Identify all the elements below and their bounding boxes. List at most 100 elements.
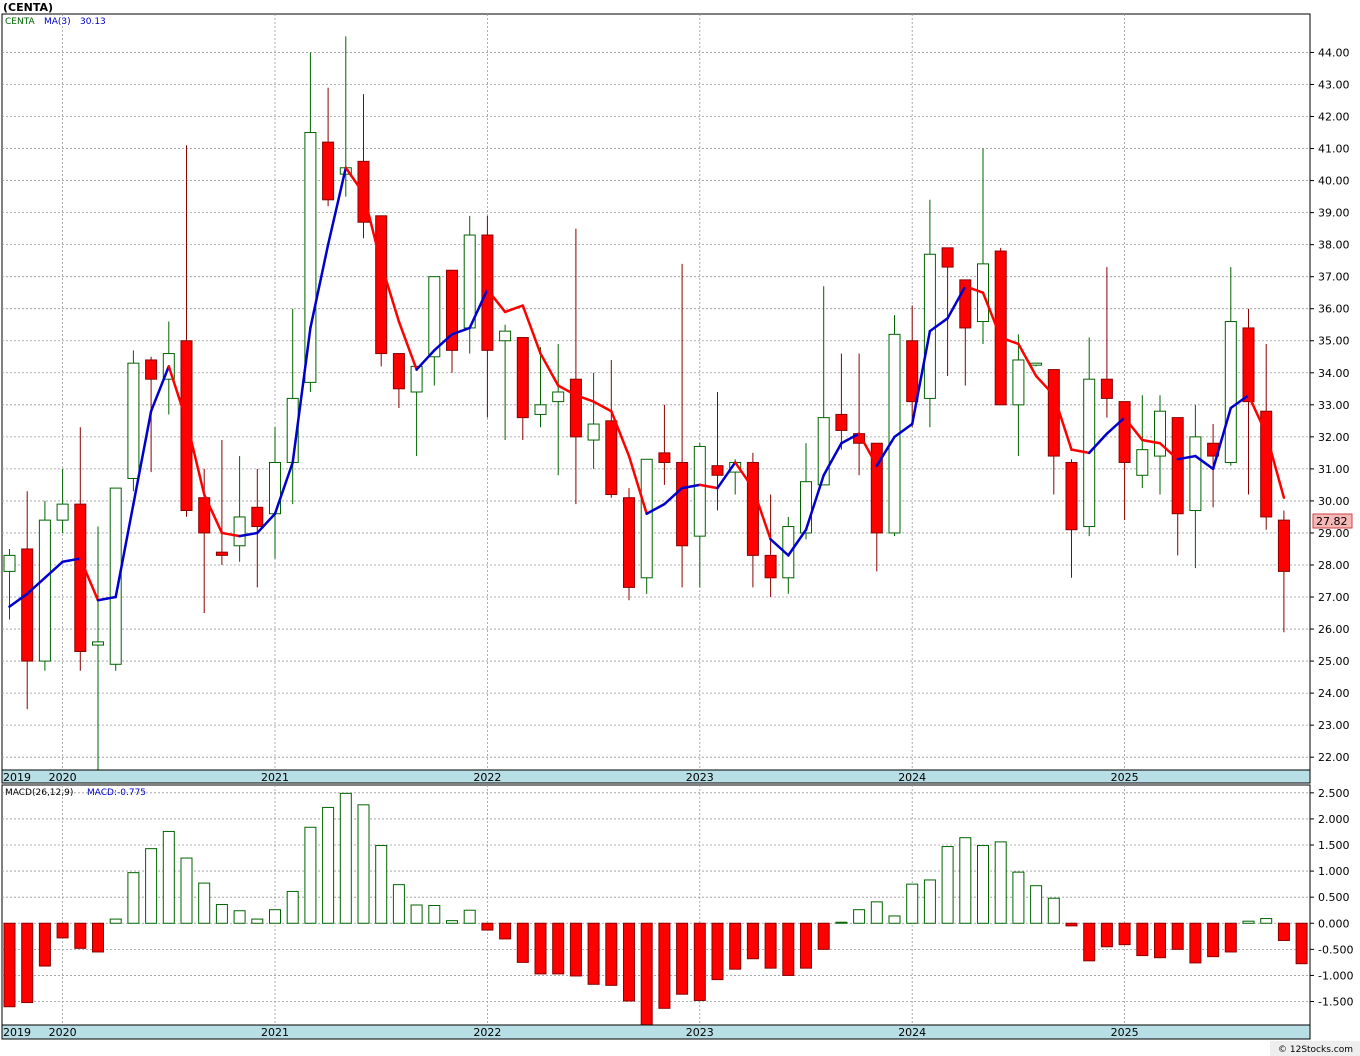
legend-ma-label: MA(3)	[44, 17, 71, 27]
macd-bar-negative	[21, 922, 34, 1004]
candle-up	[1189, 436, 1202, 512]
macd-bar-positive	[888, 915, 901, 924]
candle-down	[1171, 417, 1184, 515]
candle-down	[1047, 369, 1060, 457]
macd-value: MACD:-0.775	[87, 788, 146, 798]
price-tick-label: 43.00	[1318, 78, 1350, 91]
macd-bar-positive	[233, 910, 246, 924]
candle-down	[711, 465, 724, 476]
candle-down	[74, 503, 87, 652]
macd-tick-label: -1.000	[1318, 969, 1353, 982]
macd-bar-negative	[658, 922, 671, 1009]
candle-up	[1136, 449, 1149, 476]
candle-down	[392, 353, 405, 390]
macd-tick-label: 2.500	[1318, 787, 1350, 800]
candle-down	[1065, 461, 1078, 531]
chart-title: (CENTA)	[3, 1, 53, 14]
macd-bar-positive	[1030, 885, 1043, 924]
stock-chart: 22.00 23.00 24.00 25.00 26.00 27.00 28.00 29.00…	[1, 1, 1360, 1056]
macd-bar-negative	[1083, 922, 1096, 962]
price-year-label: 2020	[49, 771, 77, 784]
macd-tick-label: 1.500	[1318, 839, 1350, 852]
macd-bar-negative	[693, 922, 706, 1001]
price-tick-label: 26.00	[1318, 623, 1350, 636]
macd-bar-negative	[746, 922, 759, 960]
macd-bar-positive	[1012, 871, 1025, 924]
macd-year-label: 2019	[3, 1026, 31, 1039]
macd-tick-label: -0.500	[1318, 943, 1353, 956]
price-tick-label: 38.00	[1318, 239, 1350, 252]
macd-bar-positive	[446, 920, 458, 924]
price-tick-label: 34.00	[1318, 367, 1350, 380]
candle-down	[906, 340, 919, 403]
macd-bar-positive	[428, 905, 441, 924]
price-year-label: 2025	[1111, 771, 1139, 784]
macd-bar-negative	[605, 922, 618, 986]
macd-bar-negative	[499, 922, 512, 940]
macd-bar-positive	[463, 909, 476, 924]
candle-up	[499, 330, 512, 342]
legend-ma-value: 30.13	[80, 17, 106, 27]
macd-bar-positive	[180, 857, 193, 924]
price-tick-label: 30.00	[1318, 495, 1350, 508]
macd-bar-negative	[800, 922, 812, 969]
macd-year-label: 2022	[473, 1026, 501, 1039]
price-year-label: 2019	[3, 771, 31, 784]
macd-bar-negative	[1171, 922, 1184, 950]
candle-up	[1154, 410, 1166, 457]
macd-bar-negative	[587, 922, 600, 985]
price-year-label: 2021	[261, 771, 289, 784]
candle-up	[640, 458, 653, 579]
macd-bar-negative	[711, 922, 724, 981]
candle-up	[1012, 359, 1025, 406]
macd-bar-negative	[569, 922, 582, 977]
macd-bar-positive	[322, 806, 335, 924]
macd-bar-negative	[1224, 922, 1237, 953]
macd-bar-negative	[481, 922, 494, 931]
macd-bar-positive	[835, 921, 848, 924]
macd-bar-positive	[304, 826, 317, 924]
candle-up	[92, 641, 104, 646]
candle-down	[623, 497, 635, 588]
macd-y-axis: 2.500 2.000 1.500 1.000 0.500 0.000 -0.500 -1.0…	[1310, 787, 1353, 1009]
price-tick-label: 31.00	[1318, 463, 1350, 476]
candle-up	[38, 519, 51, 662]
macd-bar-positive	[1047, 897, 1060, 924]
candle-up	[587, 423, 600, 441]
candle-down	[569, 378, 582, 438]
candle-up	[534, 404, 547, 415]
candle-down	[605, 420, 618, 496]
macd-bar-positive	[375, 845, 388, 924]
macd-bar-positive	[198, 882, 211, 924]
price-tick-label: 24.00	[1318, 687, 1350, 700]
macd-bar-negative	[1154, 922, 1166, 959]
macd-bar-negative	[782, 922, 795, 976]
macd-bar-positive	[215, 903, 228, 924]
macd-bar-positive	[162, 830, 175, 924]
macd-tick-label: -1.500	[1318, 996, 1353, 1009]
price-tick-label: 25.00	[1318, 655, 1350, 668]
candle-up	[923, 253, 936, 399]
price-tick-label: 39.00	[1318, 207, 1350, 220]
macd-bar-positive	[109, 918, 122, 924]
candle-down	[676, 461, 689, 547]
price-tick-label: 36.00	[1318, 303, 1350, 316]
macd-year-label: 2020	[49, 1026, 77, 1039]
candle-down	[21, 548, 34, 662]
candle-down	[375, 215, 388, 355]
candle-down	[251, 506, 264, 528]
macd-bar-negative	[1295, 922, 1308, 965]
macd-bar-positive	[410, 904, 423, 924]
candle-up	[463, 234, 476, 329]
candle-up	[233, 516, 246, 547]
macd-bar-positive	[941, 846, 954, 924]
macd-bar-positive	[127, 872, 140, 924]
price-tick-label: 29.00	[1318, 527, 1350, 540]
macd-bar-negative	[1207, 922, 1220, 958]
macd-year-label: 2021	[261, 1026, 289, 1039]
macd-bar-negative	[92, 922, 104, 953]
macd-bar-negative	[534, 922, 547, 975]
macd-bar-positive	[1260, 918, 1273, 924]
macd-bar-positive	[1242, 920, 1255, 924]
legend-symbol: CENTA	[5, 17, 36, 27]
